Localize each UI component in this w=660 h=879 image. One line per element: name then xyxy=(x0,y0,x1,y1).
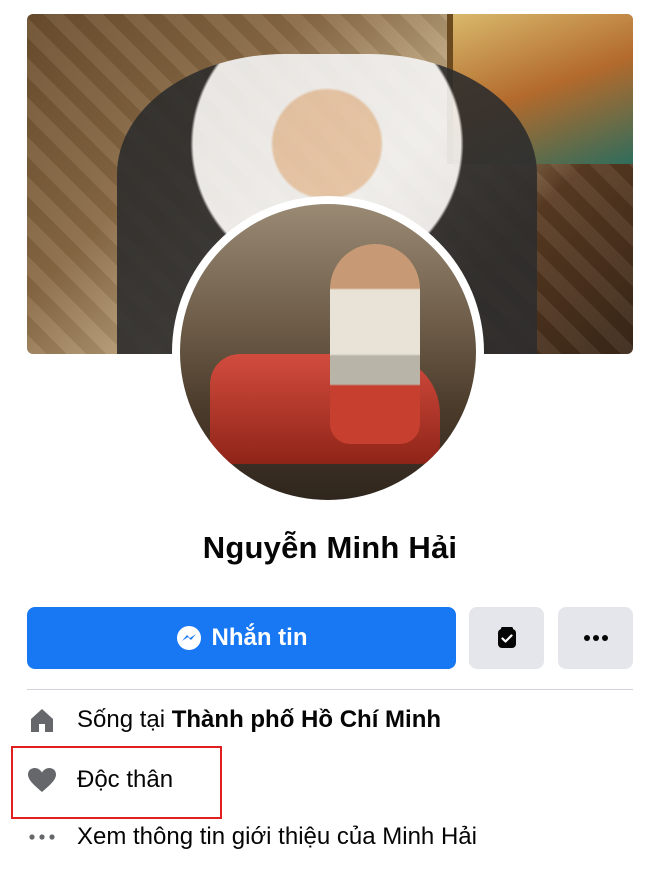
profile-name: Nguyễn Minh Hải xyxy=(202,530,458,565)
avatar[interactable] xyxy=(180,204,476,500)
save-button[interactable] xyxy=(469,607,544,669)
intro-see-about-row[interactable]: Xem thông tin giới thiệu của Minh Hải xyxy=(27,823,477,851)
message-button-label: Nhắn tin xyxy=(211,624,308,651)
lives-prefix: Sống tại xyxy=(77,706,172,733)
message-button[interactable]: Nhắn tin xyxy=(27,607,456,669)
more-button[interactable] xyxy=(558,607,633,669)
more-dots-icon xyxy=(583,635,608,641)
divider xyxy=(27,689,633,690)
avatar-child xyxy=(330,244,420,444)
lives-city[interactable]: Thành phố Hồ Chí Minh xyxy=(172,706,441,734)
intro-lives-row: Sống tại Thành phố Hồ Chí Minh xyxy=(27,706,441,734)
ellipsis-icon xyxy=(27,834,57,840)
bookmark-check-icon xyxy=(497,627,516,648)
highlight-box xyxy=(11,746,222,819)
see-about-link[interactable]: Xem thông tin giới thiệu của Minh Hải xyxy=(77,823,477,851)
messenger-icon xyxy=(176,626,201,650)
home-icon xyxy=(27,706,57,734)
